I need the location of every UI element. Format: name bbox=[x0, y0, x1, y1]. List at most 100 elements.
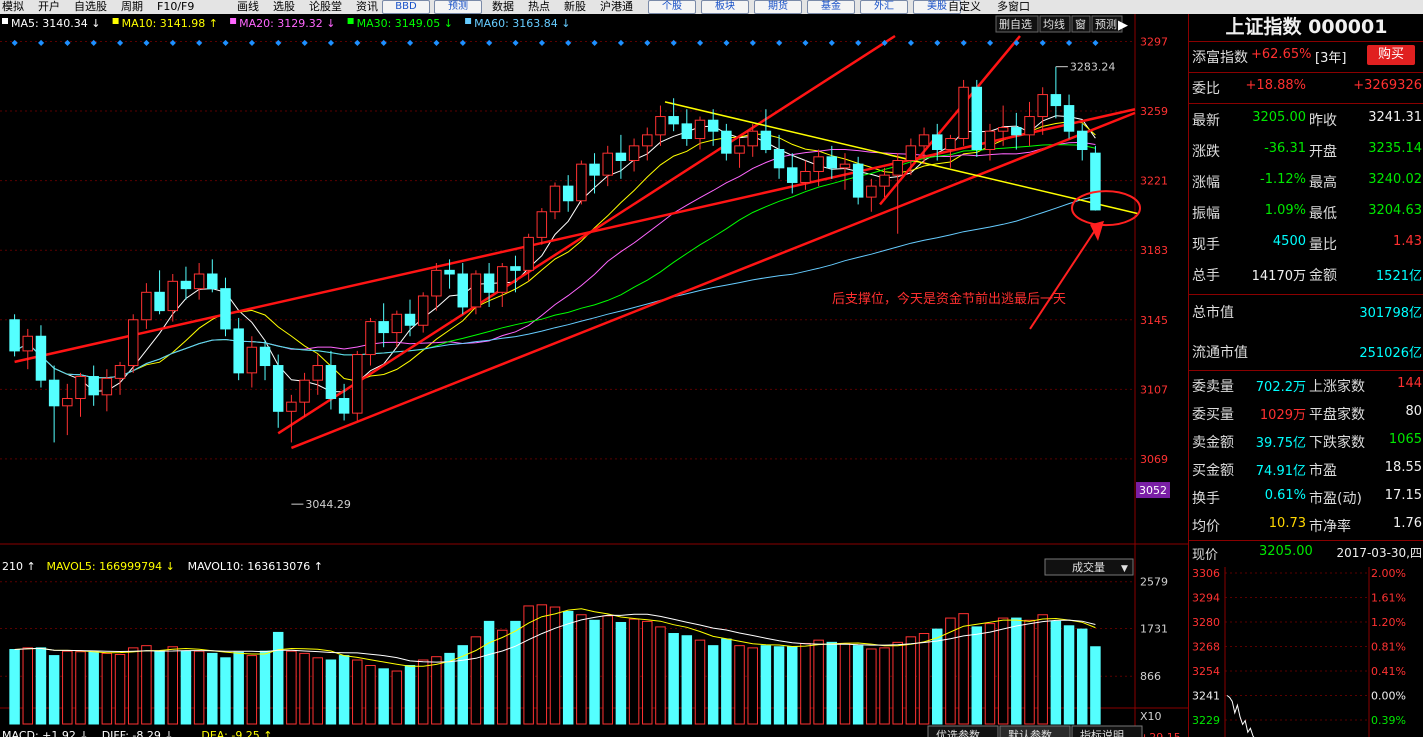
candle-body bbox=[193, 273, 205, 290]
candle-body bbox=[101, 377, 113, 396]
quote-label: 总手 bbox=[1192, 268, 1220, 284]
quote-value: -36.31 bbox=[1264, 141, 1306, 156]
signal-diamond-icon: ◆ bbox=[882, 38, 889, 47]
menu-item[interactable]: 沪港通 bbox=[600, 0, 633, 14]
candle-body bbox=[483, 273, 495, 293]
menu-item[interactable]: 多窗口 bbox=[997, 0, 1030, 14]
menu-item[interactable]: 新股 bbox=[564, 0, 586, 14]
candle-body bbox=[497, 266, 508, 293]
volume-bar bbox=[760, 645, 772, 725]
volume-bar bbox=[668, 633, 679, 725]
macd-legend-label: DIFF: -8.29 ↓ bbox=[102, 729, 174, 737]
signal-diamond-icon: ◆ bbox=[354, 38, 361, 47]
fortune-label: 添富指数 bbox=[1192, 50, 1248, 66]
mcap-label: 总市值 bbox=[1192, 305, 1234, 321]
stats-label: 买金额 bbox=[1192, 463, 1234, 479]
volume-bar bbox=[114, 653, 126, 725]
menu-item[interactable]: 模拟 bbox=[2, 0, 24, 14]
y-tick-label: 3259 bbox=[1140, 105, 1168, 118]
volume-bar bbox=[602, 615, 613, 725]
quote-row: 最新 3205.00 昨收 3241.31 bbox=[1189, 105, 1423, 135]
play-icon[interactable]: ▶ bbox=[1118, 18, 1128, 33]
volume-legend-label: 210 ↑ bbox=[2, 560, 36, 573]
signal-diamond-icon: ◆ bbox=[1040, 38, 1047, 47]
volume-bar bbox=[167, 646, 179, 725]
quote-value: 4500 bbox=[1272, 234, 1306, 249]
candle-body bbox=[207, 273, 218, 290]
signal-diamond-icon: ◆ bbox=[697, 38, 704, 47]
minute-left-tick: 3268 bbox=[1192, 641, 1220, 654]
menu-item[interactable]: 周期 bbox=[121, 0, 143, 14]
quote-value: 14170万 bbox=[1251, 269, 1306, 284]
volume-bar bbox=[892, 641, 903, 725]
volume-bar bbox=[207, 652, 218, 725]
ma-legend-swatch bbox=[2, 18, 8, 24]
volume-bar bbox=[707, 645, 719, 725]
index-title: 上证指数 000001 bbox=[1225, 16, 1388, 38]
minute-chart[interactable]: 3306 2.00% 3294 1.61% 3280 1.20% 3268 0.81% 3254… bbox=[1189, 567, 1423, 737]
ratio-diff: +3269326 bbox=[1353, 78, 1422, 93]
minute-date: 2017-03-30,四 bbox=[1336, 546, 1422, 560]
candle-body bbox=[299, 379, 310, 403]
candle-body bbox=[892, 159, 903, 176]
ma-legend-label: MA60: 3163.84 ↓ bbox=[474, 17, 570, 30]
menu-item[interactable]: 热点 bbox=[528, 0, 550, 14]
menu-item[interactable]: 画线 bbox=[237, 0, 259, 14]
signal-diamond-icon: ◆ bbox=[802, 38, 809, 47]
volume-bar bbox=[497, 629, 508, 725]
panel-separator bbox=[1189, 294, 1423, 295]
chevron-down-icon[interactable]: ▼ bbox=[1121, 564, 1128, 574]
trendline-long bbox=[14, 108, 1136, 364]
menu-item[interactable]: 论股堂 bbox=[309, 0, 342, 14]
menu-item[interactable]: 资讯 bbox=[356, 0, 378, 14]
volume-bar bbox=[773, 646, 785, 725]
candle-body bbox=[62, 397, 73, 407]
candle-body bbox=[628, 145, 640, 161]
buy-button[interactable]: 购买 bbox=[1367, 45, 1415, 65]
y-tick-label: 3221 bbox=[1140, 175, 1168, 188]
float-mcap-value: 251026亿 bbox=[1359, 346, 1422, 361]
quote-value: 1521亿 bbox=[1375, 269, 1422, 284]
ratio-row: 委比 +18.88% +3269326 bbox=[1189, 73, 1423, 103]
candle-body bbox=[826, 156, 838, 169]
quote-row: 现手 4500 量比 1.43 bbox=[1189, 229, 1423, 259]
volume-bar bbox=[510, 620, 521, 725]
volume-bar bbox=[325, 659, 337, 725]
menu-item[interactable]: 自选股 bbox=[74, 0, 107, 14]
volume-bar bbox=[220, 657, 231, 725]
menu-item[interactable]: 自定义 bbox=[948, 0, 981, 14]
candle-body bbox=[1063, 105, 1075, 132]
candle-body bbox=[668, 116, 679, 125]
nav-button[interactable]: 个股 bbox=[648, 0, 696, 14]
candle-body bbox=[1037, 94, 1048, 118]
stats-value: 1029万 bbox=[1259, 408, 1306, 423]
candle-body bbox=[615, 152, 627, 161]
menu-item[interactable]: 开户 bbox=[38, 0, 60, 14]
fortune-period: [3年] bbox=[1315, 51, 1347, 66]
volume-bar bbox=[787, 646, 798, 725]
macd-tick-label: +29.15 bbox=[1140, 731, 1181, 737]
nav-button[interactable]: 期货 bbox=[754, 0, 802, 14]
stats-value: 1065 bbox=[1388, 432, 1422, 447]
volume-bar bbox=[378, 668, 389, 725]
menu-item[interactable]: 选股 bbox=[273, 0, 295, 14]
kline-chart[interactable]: 3297 3259 3221 3183 3145 3107 3069 3052 2579 173… bbox=[0, 14, 1188, 737]
nav-button[interactable]: 外汇 bbox=[860, 0, 908, 14]
menu-item[interactable]: 数据 bbox=[492, 0, 514, 14]
signal-diamond-icon: ◆ bbox=[618, 38, 625, 47]
menu-item[interactable]: F10/F9 bbox=[157, 0, 194, 14]
quote-value: 3205.00 bbox=[1252, 110, 1306, 125]
stats-row: 卖金额 39.75亿 下跌家数 1065 bbox=[1189, 428, 1423, 458]
stats-row: 换手 0.61% 市盈(动) 17.15 bbox=[1189, 484, 1423, 514]
nav-button[interactable]: 预测 bbox=[434, 0, 482, 14]
volume-bar bbox=[1024, 619, 1035, 725]
nav-button[interactable]: 板块 bbox=[701, 0, 749, 14]
quote-row: 总手 14170万 金额 1521亿 bbox=[1189, 260, 1423, 290]
nav-button[interactable]: 基金 bbox=[807, 0, 855, 14]
stats-value: 39.75亿 bbox=[1255, 436, 1306, 451]
candle-body bbox=[589, 163, 600, 176]
y-tick-label: 3297 bbox=[1140, 35, 1168, 48]
float-mcap-label: 流通市值 bbox=[1192, 345, 1248, 361]
volume-bar bbox=[417, 659, 429, 725]
nav-button[interactable]: BBD bbox=[382, 0, 430, 14]
